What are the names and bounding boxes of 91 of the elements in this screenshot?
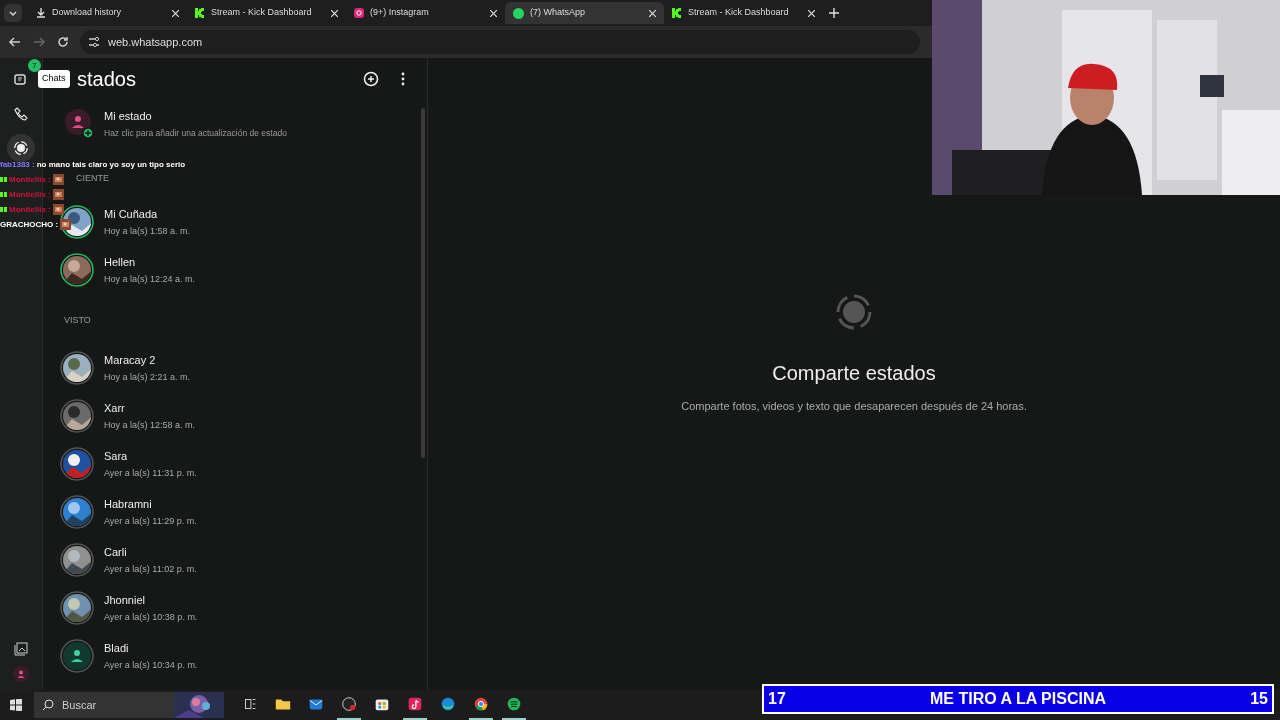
badge-icon — [0, 192, 7, 197]
browser-tab[interactable]: Stream - Kick Dashboard — [187, 2, 346, 24]
address-bar[interactable]: web.whatsapp.com — [80, 30, 920, 54]
add-status-avatar-icon — [62, 108, 94, 140]
site-settings-icon[interactable] — [88, 36, 100, 48]
search-icon — [42, 699, 54, 711]
menu-icon[interactable] — [401, 72, 405, 86]
chats-icon — [14, 73, 28, 87]
gallery-icon — [14, 642, 28, 656]
my-status-row[interactable]: Mi estado Haz clic para añadir una actualización de estado — [60, 100, 427, 148]
section-header: CIENTE — [76, 172, 109, 186]
contact-name: Jhonniel — [104, 592, 146, 608]
status-time: Ayer a la(s) 10:34 p. m. — [104, 659, 198, 672]
chat-username: GRACHOCHO : — [0, 218, 59, 231]
default-avatar-icon — [60, 639, 94, 673]
contact-name: Bladi — [104, 640, 130, 656]
close-icon[interactable] — [649, 9, 656, 17]
status-row[interactable]: Maracay 2 Hoy a la(s) 2:21 a. m. — [60, 344, 427, 392]
app-icon — [406, 695, 424, 713]
browser-tab[interactable]: (7) WhatsApp — [505, 2, 664, 24]
contact-name: Hellen — [104, 254, 137, 270]
status-icon — [14, 141, 28, 155]
camera-logo-icon — [354, 8, 364, 18]
contact-name: Habramni — [104, 496, 153, 512]
status-row[interactable]: Habramni Ayer a la(s) 11:29 p. m. — [60, 488, 427, 536]
contact-name: Mi Cuñada — [104, 206, 159, 222]
k-logo-icon — [195, 8, 205, 18]
status-time: Ayer a la(s) 10:38 p. m. — [104, 611, 198, 624]
contact-name: Maracay 2 — [104, 352, 157, 368]
status-row[interactable]: Bladi Ayer a la(s) 10:34 p. m. — [60, 632, 427, 680]
close-icon[interactable] — [331, 9, 338, 17]
chat-message: no mano tais claro yo soy un tipo serio — [36, 158, 186, 171]
browser-tab[interactable]: (9+) Instagram — [346, 2, 505, 24]
profile-avatar-icon[interactable] — [13, 666, 29, 682]
close-icon[interactable] — [490, 9, 497, 17]
badge-icon — [0, 177, 7, 182]
contact-name: Carli — [104, 544, 128, 560]
panel-title: stados — [77, 67, 137, 92]
status-time: Hoy a la(s) 2:21 a. m. — [104, 371, 191, 384]
status-time: Hoy a la(s) 1:58 a. m. — [104, 225, 191, 238]
unread-badge: 7 — [28, 59, 41, 72]
close-icon[interactable] — [808, 9, 815, 17]
section-header: VISTO — [64, 314, 91, 328]
status-time: Hoy a la(s) 12:24 a. m. — [104, 273, 196, 286]
back-icon[interactable] — [8, 35, 22, 49]
download-icon — [36, 8, 46, 18]
empty-state-title: Comparte estados — [772, 360, 936, 386]
scrollbar[interactable] — [421, 108, 425, 458]
chat-username: Montiellis : — [9, 173, 51, 186]
browser-tab[interactable]: Stream - Kick Dashboard — [664, 2, 823, 24]
chat-logo-icon — [513, 7, 524, 19]
status-time: Ayer a la(s) 11:02 p. m. — [104, 563, 197, 576]
status-time: Ayer a la(s) 11:29 p. m. — [104, 515, 197, 528]
badge-icon — [0, 207, 7, 212]
k-logo-icon — [672, 8, 682, 18]
status-row[interactable]: Jhonniel Ayer a la(s) 10:38 p. m. — [60, 584, 427, 632]
status-time: Ayer a la(s) 11:31 p. m. — [104, 467, 197, 480]
close-icon[interactable] — [172, 9, 179, 17]
tooltip: Chats — [38, 70, 70, 88]
url-text: web.whatsapp.com — [108, 34, 203, 50]
status-hint: Haz clic para añadir una actualización de estado — [104, 126, 287, 140]
banner-number: 15 — [1250, 689, 1268, 709]
status-icon — [836, 293, 872, 330]
search-field[interactable]: Buscar — [34, 692, 224, 718]
phone-icon — [14, 107, 28, 121]
chat-username: Montiellis : — [9, 203, 51, 216]
new-tab-icon[interactable] — [829, 8, 839, 18]
app-icon — [340, 695, 358, 713]
banner-title: ME TIRO A LA PISCINA — [930, 689, 1106, 709]
status-row[interactable]: Hellen Hoy a la(s) 12:24 a. m. — [60, 246, 427, 294]
empty-state-text: Comparte fotos, videos y texto que desaparecen después de 24 horas. — [681, 398, 1027, 414]
chat-username: fab1383 : — [0, 158, 35, 171]
app-icon — [505, 695, 523, 713]
chat-username: Montiellis : — [9, 188, 51, 201]
contact-name: Xarr — [104, 400, 126, 416]
browser-tab[interactable]: Download history — [28, 2, 187, 24]
app-icon — [472, 695, 490, 713]
contact-name: Mi estado — [104, 109, 153, 125]
windows-start-icon[interactable] — [10, 699, 22, 711]
add-status-icon[interactable] — [363, 71, 379, 87]
status-time: Hoy a la(s) 12:58 a. m. — [104, 419, 196, 432]
status-row[interactable]: Sara Ayer a la(s) 11:31 p. m. — [60, 440, 427, 488]
status-row[interactable]: Xarr Hoy a la(s) 12:58 a. m. — [60, 392, 427, 440]
tab-search-icon[interactable] — [4, 4, 22, 22]
status-row[interactable]: Carli Ayer a la(s) 11:02 p. m. — [60, 536, 427, 584]
app-icon — [439, 695, 457, 713]
nav-button[interactable] — [7, 134, 35, 162]
banner-number: 17 — [768, 689, 786, 709]
forward-icon[interactable] — [32, 35, 46, 49]
reload-icon[interactable] — [56, 35, 70, 49]
contact-name: Sara — [104, 448, 129, 464]
